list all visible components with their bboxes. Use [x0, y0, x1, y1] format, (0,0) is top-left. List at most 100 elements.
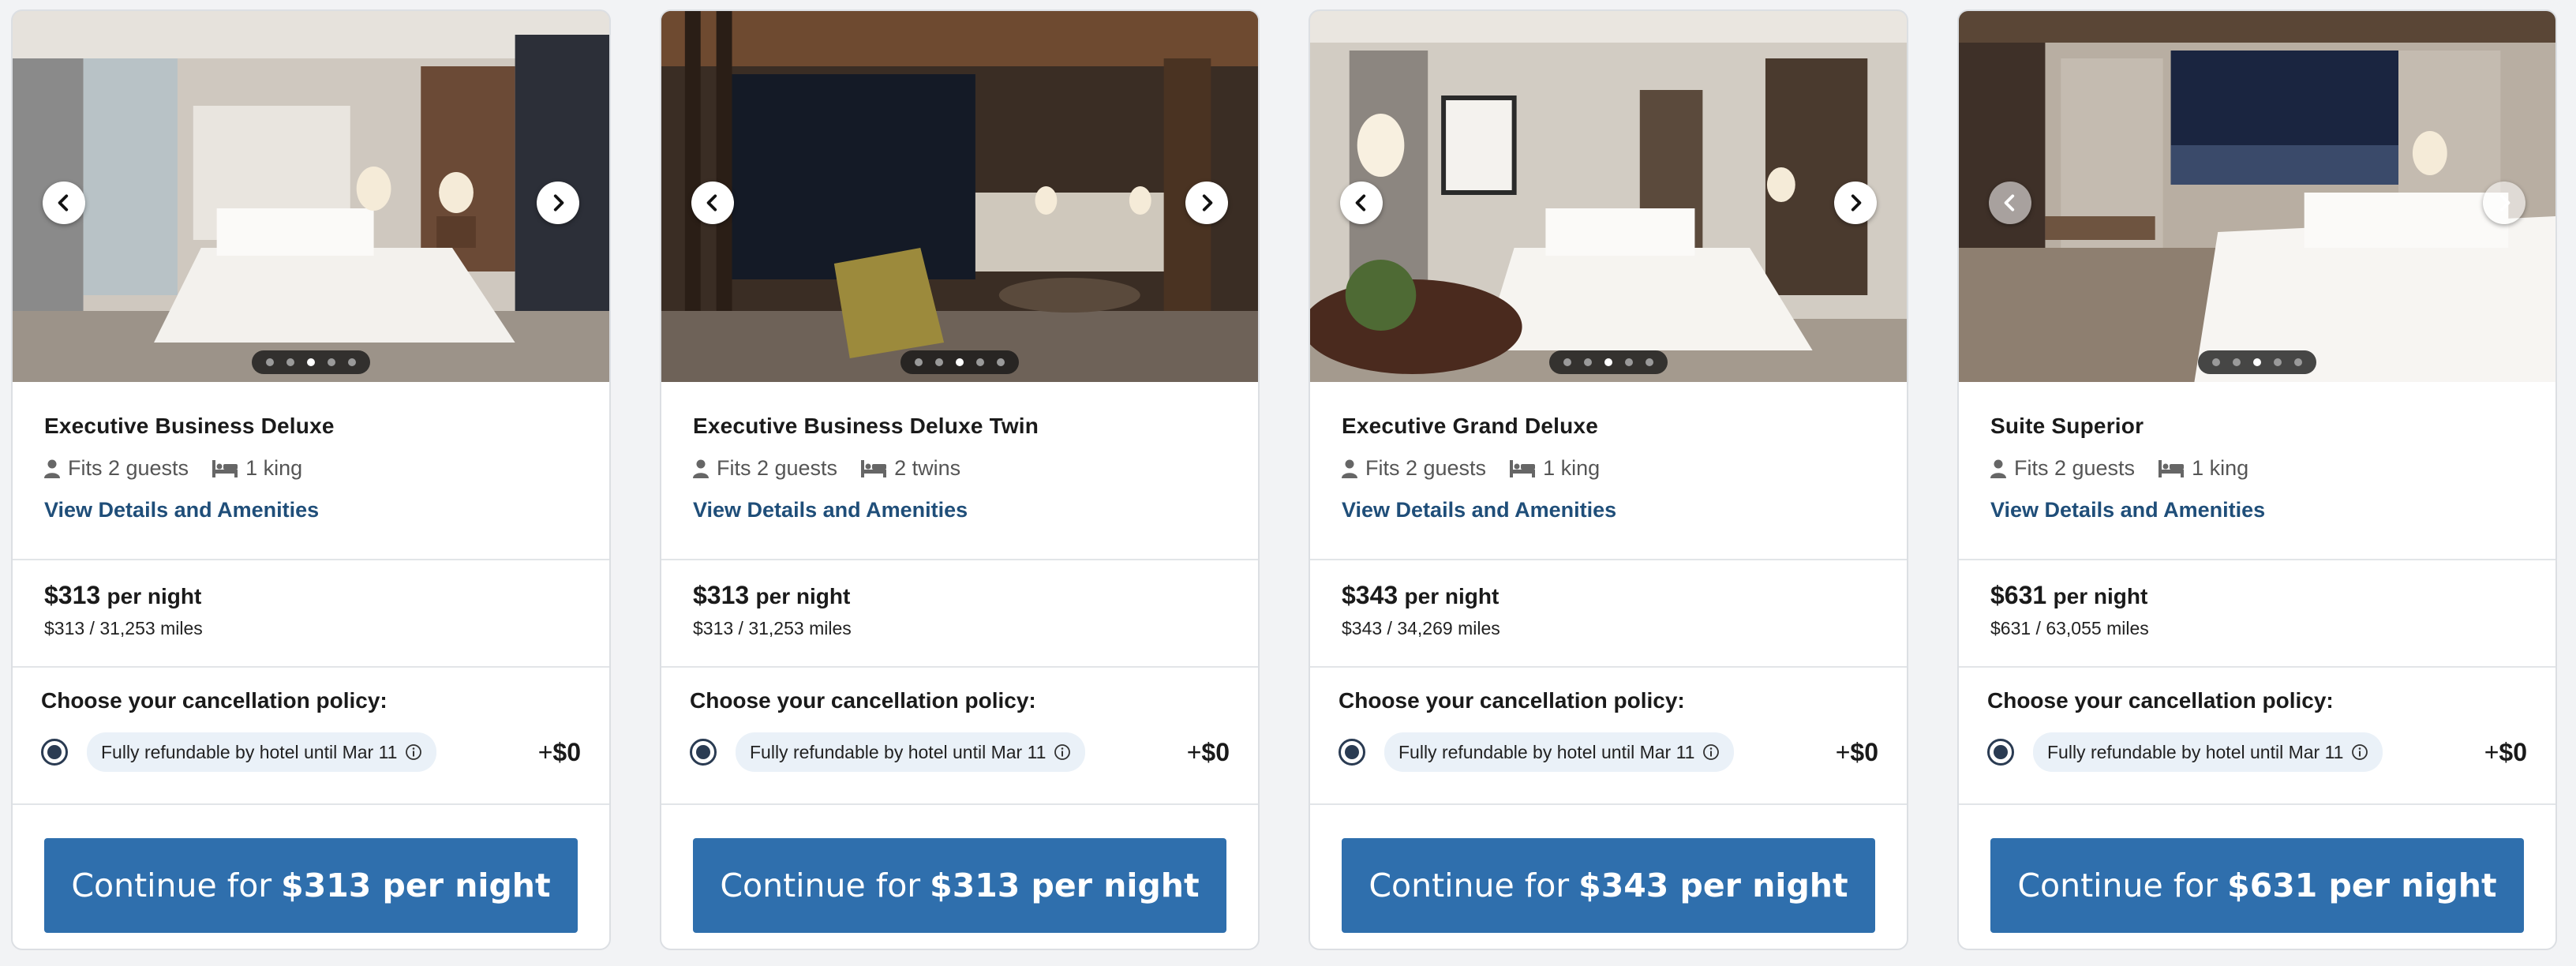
carousel-prev-button[interactable] — [1989, 182, 2031, 224]
room-name: Suite Superior — [1990, 414, 2144, 438]
addon-sign: + — [537, 737, 553, 766]
cta-section: Continue for $313 per night — [13, 805, 609, 933]
carousel-next-button[interactable] — [537, 182, 579, 224]
carousel-dot[interactable] — [997, 358, 1005, 366]
continue-button[interactable]: Continue for $631 per night — [1990, 838, 2524, 933]
carousel-dot[interactable] — [266, 358, 274, 366]
carousel-dot[interactable] — [2274, 358, 2282, 366]
carousel-dot[interactable] — [2233, 358, 2241, 366]
policy-radio[interactable] — [41, 739, 68, 766]
room-specs: Fits 2 guests 1 king — [44, 456, 578, 481]
carousel-dot[interactable] — [915, 358, 923, 366]
carousel-dot[interactable] — [2212, 358, 2220, 366]
room-photo-carousel[interactable] — [1310, 11, 1907, 382]
carousel-dot[interactable] — [1625, 358, 1633, 366]
view-details-link[interactable]: View Details and Amenities — [1342, 498, 1875, 522]
bed-type: 2 twins — [861, 456, 960, 481]
carousel-dot-active[interactable] — [307, 358, 315, 366]
radio-selected-indicator — [696, 745, 710, 759]
carousel-next-button[interactable] — [1185, 182, 1228, 224]
room-specs: Fits 2 guests 1 king — [1990, 456, 2524, 481]
room-card: Executive Grand Deluxe Fits 2 guests 1 k… — [1309, 9, 1908, 950]
info-icon[interactable] — [1054, 743, 1071, 761]
policy-addon-price: +$0 — [1187, 738, 1230, 767]
carousel-dot[interactable] — [286, 358, 294, 366]
info-icon[interactable] — [2351, 743, 2368, 761]
carousel-dot[interactable] — [1563, 358, 1571, 366]
price-value: $631 — [1990, 581, 2047, 609]
nightly-price: $313 per night — [693, 581, 1226, 610]
cta-prefix: Continue for — [71, 867, 272, 904]
carousel-dot[interactable] — [2294, 358, 2302, 366]
policy-label: Fully refundable by hotel until Mar 11 — [101, 741, 398, 762]
radio-selected-indicator — [1994, 745, 2008, 759]
guest-capacity: Fits 2 guests — [1990, 456, 2135, 481]
miles-price: $313 / 31,253 miles — [693, 618, 852, 638]
room-photo — [661, 11, 1258, 382]
room-photo-carousel[interactable] — [13, 11, 609, 382]
carousel-dot[interactable] — [976, 358, 984, 366]
continue-button[interactable]: Continue for $313 per night — [693, 838, 1226, 933]
bed-icon — [1510, 459, 1536, 477]
view-details-link[interactable]: View Details and Amenities — [1990, 498, 2524, 522]
person-icon — [1342, 459, 1357, 478]
carousel-prev-button[interactable] — [691, 182, 734, 224]
carousel-dot-active[interactable] — [2253, 358, 2261, 366]
room-specs: Fits 2 guests 2 twins — [693, 456, 1226, 481]
info-icon[interactable] — [1702, 743, 1720, 761]
policy-radio[interactable] — [690, 739, 717, 766]
carousel-dots — [1549, 350, 1668, 374]
miles-price: $343 / 34,269 miles — [1342, 618, 1500, 638]
carousel-dot[interactable] — [935, 358, 943, 366]
policy-radio[interactable] — [1339, 739, 1365, 766]
policy-addon-price: +$0 — [1836, 738, 1878, 767]
room-photo — [1959, 11, 2555, 382]
carousel-prev-button[interactable] — [1340, 182, 1383, 224]
continue-button[interactable]: Continue for $343 per night — [1342, 838, 1875, 933]
carousel-dot-active[interactable] — [1604, 358, 1612, 366]
view-details-link[interactable]: View Details and Amenities — [44, 498, 578, 522]
carousel-next-button[interactable] — [2483, 182, 2525, 224]
guests-label: Fits 2 guests — [68, 456, 189, 480]
view-details-link[interactable]: View Details and Amenities — [693, 498, 1226, 522]
addon-value: $0 — [552, 737, 581, 766]
cancellation-section: Choose your cancellation policy: Fully r… — [1959, 668, 2555, 805]
cancellation-title: Choose your cancellation policy: — [690, 688, 1036, 713]
room-photo-carousel[interactable] — [661, 11, 1258, 382]
per-night-label: per night — [1404, 584, 1500, 608]
policy-radio[interactable] — [1987, 739, 2014, 766]
carousel-next-button[interactable] — [1834, 182, 1877, 224]
policy-option: Fully refundable by hotel until Mar 11 +… — [41, 732, 581, 772]
carousel-dot-active[interactable] — [956, 358, 964, 366]
carousel-dot[interactable] — [348, 358, 356, 366]
cta-price: $631 per night — [2227, 867, 2497, 904]
bed-type: 1 king — [212, 456, 302, 481]
addon-value: $0 — [1850, 737, 1878, 766]
room-photo-carousel[interactable] — [1959, 11, 2555, 382]
carousel-dot[interactable] — [1646, 358, 1653, 366]
policy-pill[interactable]: Fully refundable by hotel until Mar 11 — [87, 732, 437, 772]
bed-icon — [861, 459, 887, 477]
policy-pill[interactable]: Fully refundable by hotel until Mar 11 — [736, 732, 1086, 772]
carousel-dots — [252, 350, 370, 374]
policy-pill[interactable]: Fully refundable by hotel until Mar 11 — [1384, 732, 1735, 772]
cta-section: Continue for $343 per night — [1310, 805, 1907, 933]
guests-label: Fits 2 guests — [717, 456, 838, 480]
room-info: Executive Business Deluxe Fits 2 guests … — [13, 382, 609, 560]
room-card: Executive Business Deluxe Fits 2 guests … — [11, 9, 611, 950]
carousel-dot[interactable] — [1584, 358, 1592, 366]
carousel-prev-button[interactable] — [43, 182, 85, 224]
continue-button[interactable]: Continue for $313 per night — [44, 838, 578, 933]
beds-label: 2 twins — [894, 456, 961, 480]
price-value: $343 — [1342, 581, 1398, 609]
policy-pill[interactable]: Fully refundable by hotel until Mar 11 — [2033, 732, 2383, 772]
chevron-right-icon — [1851, 194, 1862, 212]
cta-section: Continue for $631 per night — [1959, 805, 2555, 933]
bed-type: 1 king — [2159, 456, 2248, 481]
cta-prefix: Continue for — [2017, 867, 2218, 904]
carousel-dot[interactable] — [328, 358, 335, 366]
room-card-grid: Executive Business Deluxe Fits 2 guests … — [0, 0, 2576, 966]
cancellation-section: Choose your cancellation policy: Fully r… — [1310, 668, 1907, 805]
guests-label: Fits 2 guests — [2014, 456, 2136, 480]
info-icon[interactable] — [405, 743, 422, 761]
